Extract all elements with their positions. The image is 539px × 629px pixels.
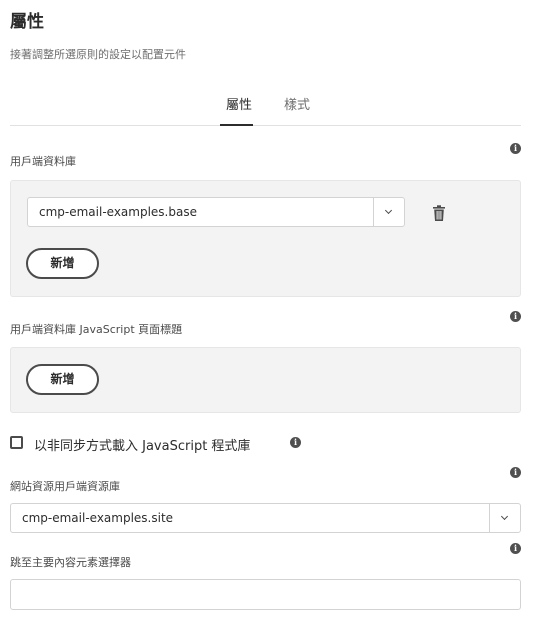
tab-styles[interactable]: 樣式 <box>284 94 310 113</box>
client-library-select-toggle[interactable] <box>373 198 404 226</box>
info-icon[interactable]: i <box>510 311 521 322</box>
page-subtitle: 接著調整所選原則的設定以配置元件 <box>10 48 186 61</box>
page-title: 屬性 <box>10 12 44 32</box>
async-load-checkbox[interactable] <box>10 436 23 449</box>
client-library-panel: cmp-email-examples.base 新增 <box>10 180 521 297</box>
client-library-js-head-add-button[interactable]: 新增 <box>26 364 99 395</box>
info-icon[interactable]: i <box>290 437 301 448</box>
async-load-label: 以非同步方式載入 JavaScript 程式庫 <box>34 439 251 454</box>
info-icon[interactable]: i <box>510 467 521 478</box>
site-resources-label: 網站資源用戶端資源庫 <box>10 480 120 493</box>
chevron-down-icon <box>384 206 393 215</box>
skip-to-main-input[interactable] <box>10 579 521 610</box>
site-resources-select-toggle[interactable] <box>489 504 520 532</box>
client-library-select[interactable]: cmp-email-examples.base <box>27 197 405 227</box>
trash-icon[interactable] <box>432 205 446 222</box>
info-icon[interactable]: i <box>510 143 521 154</box>
skip-to-main-label: 跳至主要內容元素選擇器 <box>10 556 131 569</box>
tab-bar: 屬性 樣式 <box>10 88 521 126</box>
tab-properties[interactable]: 屬性 <box>226 94 252 113</box>
chevron-down-icon <box>500 512 509 521</box>
site-resources-select[interactable]: cmp-email-examples.site <box>10 503 521 533</box>
site-resources-select-value: cmp-email-examples.site <box>22 511 174 525</box>
tab-active-indicator <box>220 124 253 126</box>
client-library-label: 用戶端資料庫 <box>10 155 76 168</box>
client-library-add-button[interactable]: 新增 <box>26 248 99 279</box>
info-icon[interactable]: i <box>510 543 521 554</box>
client-library-js-head-panel: 新增 <box>10 347 521 413</box>
client-library-js-head-label: 用戶端資料庫 JavaScript 頁面標題 <box>10 323 183 336</box>
client-library-select-value: cmp-email-examples.base <box>39 205 197 219</box>
